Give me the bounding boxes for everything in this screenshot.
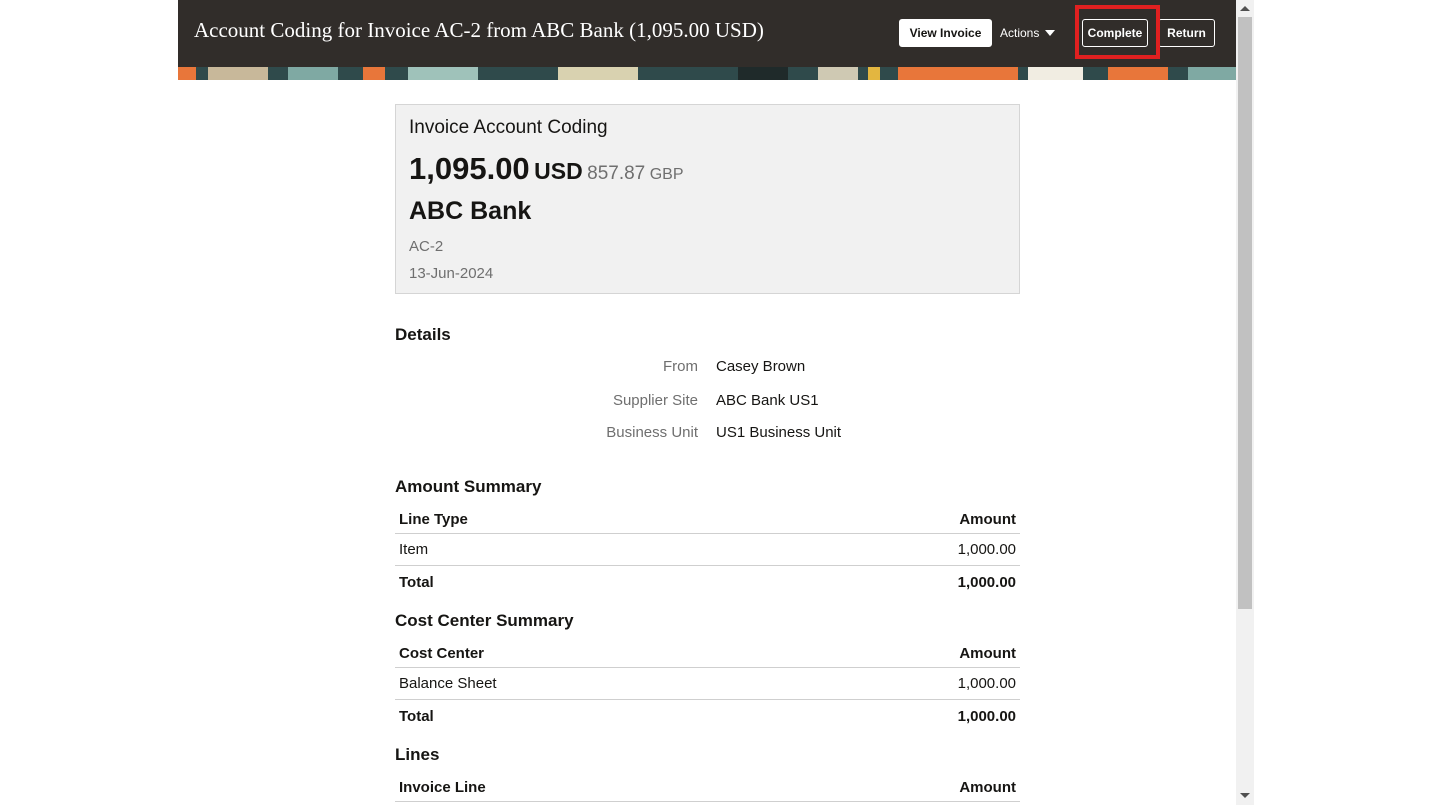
total-amount: 1,000.00 xyxy=(957,707,1016,725)
alt-amount-value: 857.87 xyxy=(587,163,646,184)
line-type-cell: Item xyxy=(399,541,429,558)
scroll-up-icon[interactable] xyxy=(1240,6,1250,11)
actions-menu-button[interactable]: Actions xyxy=(1000,19,1056,47)
actions-label: Actions xyxy=(1000,26,1040,40)
detail-value-business-unit: US1 Business Unit xyxy=(716,424,842,441)
column-header-cost-center: Cost Center xyxy=(399,645,485,662)
scroll-down-icon[interactable] xyxy=(1240,793,1250,798)
column-header-invoice-line: Invoice Line xyxy=(399,779,486,796)
page-title: Account Coding for Invoice AC-2 from ABC… xyxy=(194,18,764,42)
amount-currency: USD xyxy=(534,158,583,184)
cost-center-summary-table: Cost Center Amount Balance Sheet 1,000.0… xyxy=(395,640,1020,732)
total-label: Total xyxy=(399,707,434,725)
table-header-row: Line Type Amount xyxy=(395,506,1020,534)
vertical-scrollbar[interactable] xyxy=(1236,0,1254,805)
view-invoice-button[interactable]: View Invoice xyxy=(899,19,992,47)
amount-summary-heading: Amount Summary xyxy=(395,477,542,496)
card-title: Invoice Account Coding xyxy=(409,117,608,138)
lines-table: Invoice Line Amount xyxy=(395,774,1020,802)
detail-label-from: From xyxy=(663,358,698,375)
total-label: Total xyxy=(399,573,434,591)
complete-highlight-box xyxy=(1075,5,1160,59)
column-header-line-type: Line Type xyxy=(399,511,468,528)
invoice-date: 13-Jun-2024 xyxy=(409,265,494,282)
caret-down-icon xyxy=(1045,30,1056,36)
lines-heading: Lines xyxy=(395,745,440,764)
table-row: Balance Sheet 1,000.00 xyxy=(395,668,1020,700)
detail-label-business-unit: Business Unit xyxy=(606,424,698,441)
total-amount: 1,000.00 xyxy=(957,573,1016,591)
column-header-amount: Amount xyxy=(959,511,1016,528)
table-header-row: Invoice Line Amount xyxy=(395,774,1020,802)
amount-value: 1,095.00 xyxy=(409,151,530,186)
table-row: Item 1,000.00 xyxy=(395,534,1020,566)
cost-center-cell: Balance Sheet xyxy=(399,675,497,692)
return-button[interactable]: Return xyxy=(1158,19,1215,47)
table-header-row: Cost Center Amount xyxy=(395,640,1020,668)
column-header-amount: Amount xyxy=(959,779,1016,796)
page-header: Account Coding for Invoice AC-2 from ABC… xyxy=(178,0,1236,67)
cost-center-summary-heading: Cost Center Summary xyxy=(395,611,574,630)
alt-amount-currency: GBP xyxy=(649,166,684,183)
scroll-thumb[interactable] xyxy=(1238,17,1252,609)
detail-value-from: Casey Brown xyxy=(716,358,806,375)
supplier-name: ABC Bank xyxy=(409,197,532,225)
page-frame: Account Coding for Invoice AC-2 from ABC… xyxy=(178,0,1254,805)
amount-summary-table: Line Type Amount Item 1,000.00 Total 1,0… xyxy=(395,506,1020,598)
invoice-amount: 1,095.00 USD 857.87 GBP xyxy=(409,151,684,187)
amount-cell: 1,000.00 xyxy=(957,675,1016,692)
detail-label-supplier-site: Supplier Site xyxy=(612,392,698,409)
detail-value-supplier-site: ABC Bank US1 xyxy=(716,392,819,409)
decorative-banner xyxy=(178,67,1236,80)
column-header-amount: Amount xyxy=(959,645,1016,662)
table-total-row: Total 1,000.00 xyxy=(395,566,1020,598)
table-total-row: Total 1,000.00 xyxy=(395,700,1020,732)
details-heading: Details xyxy=(395,325,451,344)
invoice-number: AC-2 xyxy=(409,238,444,255)
invoice-summary-card: Invoice Account Coding 1,095.00 USD 857.… xyxy=(395,104,1020,294)
amount-cell: 1,000.00 xyxy=(957,541,1016,558)
